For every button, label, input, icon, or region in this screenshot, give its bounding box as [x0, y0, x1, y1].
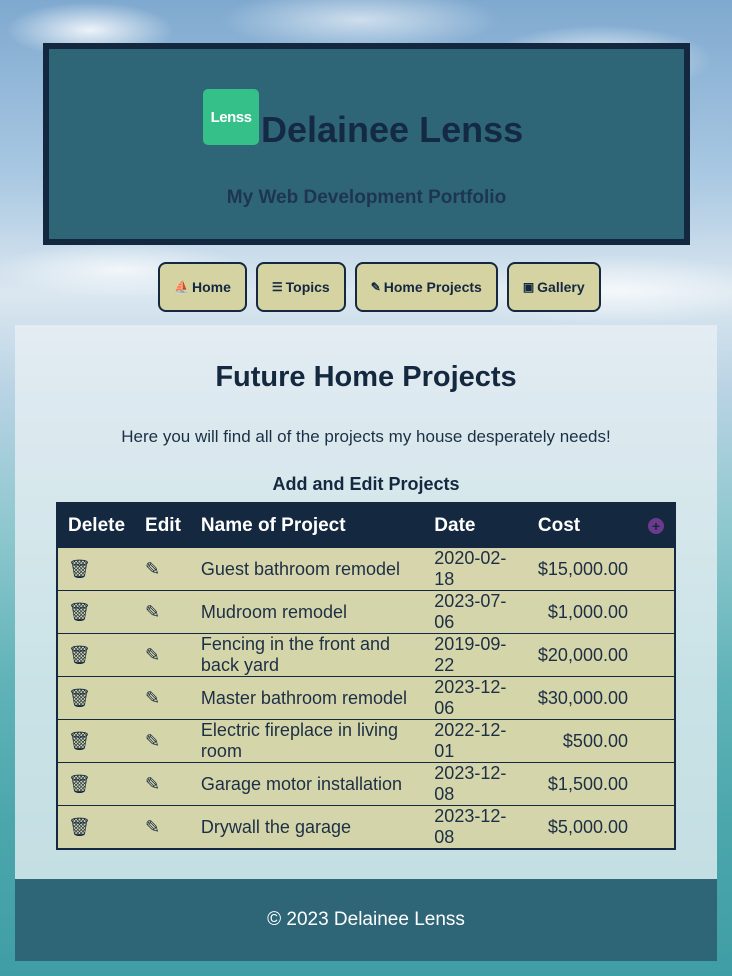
edit-cell: ✎ — [135, 719, 191, 763]
project-cost: $1,000.00 — [527, 590, 638, 634]
table-row: 🗑 ✎ Fencing in the front and back yard 2019… — [57, 633, 675, 677]
edit-icon[interactable]: ✎ — [145, 602, 160, 622]
edit-icon[interactable]: ✎ — [145, 645, 160, 665]
project-name: Drywall the garage — [190, 805, 425, 849]
nav-home-button[interactable]: ⛵ Home — [158, 262, 247, 312]
edit-cell: ✎ — [135, 590, 191, 634]
edit-cell: ✎ — [135, 547, 191, 591]
table-row: 🗑 ✎ Garage motor installation 2023-12-08 $1,… — [57, 762, 675, 806]
footer-text: © 2023 Delainee Lenss — [267, 909, 465, 930]
spacer-cell — [638, 805, 675, 849]
spacer-cell — [638, 676, 675, 720]
col-name: Name of Project — [190, 503, 425, 548]
delete-cell: 🗑 — [57, 547, 136, 591]
nav-label: Gallery — [537, 279, 585, 295]
brand: Lenss Delainee Lenss — [203, 83, 523, 151]
edit-icon[interactable]: ✎ — [145, 559, 160, 579]
col-date: Date — [424, 503, 528, 548]
page-title: Future Home Projects — [215, 361, 517, 393]
project-date: 2023-07-06 — [424, 590, 528, 634]
site-header: Lenss Delainee Lenss My Web Development … — [43, 43, 690, 245]
edit-cell: ✎ — [135, 633, 191, 677]
table-row: 🗑 ✎ Mudroom remodel 2023-07-06 $1,000.00 — [57, 590, 675, 634]
nav-topics-button[interactable]: ☰ Topics — [255, 262, 346, 312]
table-header-row: Delete Edit Name of Project Date Cost + — [57, 503, 675, 548]
table-row: 🗑 ✎ Electric fireplace in living room 2022-… — [57, 719, 675, 763]
col-add: + — [638, 503, 675, 548]
project-cost: $1,500.00 — [527, 762, 638, 806]
edit-icon[interactable]: ✎ — [145, 817, 160, 837]
project-name: Fencing in the front and back yard — [190, 633, 425, 677]
table-row: 🗑 ✎ Master bathroom remodel 2023-12-06 $30,0… — [57, 676, 675, 720]
table-row: 🗑 ✎ Drywall the garage 2023-12-08 $5,000.00 — [57, 805, 675, 849]
nav-label: Home Projects — [383, 279, 482, 295]
project-cost: $500.00 — [527, 719, 638, 763]
spacer-cell — [638, 719, 675, 763]
trash-icon[interactable]: 🗑 — [68, 602, 91, 622]
main-content: Future Home Projects Here you will find … — [15, 325, 717, 879]
edit-icon[interactable]: ✎ — [145, 774, 160, 794]
project-cost: $20,000.00 — [527, 633, 638, 677]
col-delete: Delete — [57, 503, 136, 548]
nav-label: Home — [191, 279, 231, 295]
spacer-cell — [638, 547, 675, 591]
col-cost: Cost — [527, 503, 638, 548]
project-cost: $5,000.00 — [527, 805, 638, 849]
trash-icon[interactable]: 🗑 — [68, 645, 91, 665]
project-name: Guest bathroom remodel — [190, 547, 425, 591]
boat-icon: ⛵ — [174, 280, 189, 294]
project-date: 2022-12-01 — [424, 719, 528, 763]
logo: Lenss — [203, 89, 259, 145]
spacer-cell — [638, 633, 675, 677]
delete-cell: 🗑 — [57, 719, 136, 763]
spacer-cell — [638, 590, 675, 634]
edit-cell: ✎ — [135, 676, 191, 720]
site-subtitle: My Web Development Portfolio — [226, 187, 507, 208]
site-footer: © 2023 Delainee Lenss — [15, 879, 717, 961]
project-cost: $30,000.00 — [527, 676, 638, 720]
delete-cell: 🗑 — [57, 762, 136, 806]
spacer-cell — [638, 762, 675, 806]
camera-icon: ▣ — [522, 280, 535, 294]
nav-label: Topics — [285, 279, 330, 295]
trash-icon[interactable]: 🗑 — [68, 774, 91, 794]
project-name: Electric fireplace in living room — [190, 719, 425, 763]
project-name: Mudroom remodel — [190, 590, 425, 634]
database-icon: ☰ — [271, 280, 283, 294]
delete-cell: 🗑 — [57, 676, 136, 720]
delete-cell: 🗑 — [57, 633, 136, 677]
project-date: 2023-12-06 — [424, 676, 528, 720]
nav-gallery-button[interactable]: ▣ Gallery — [506, 262, 601, 312]
edit-cell: ✎ — [135, 762, 191, 806]
trash-icon[interactable]: 🗑 — [68, 688, 91, 708]
add-project-icon[interactable]: + — [648, 517, 664, 534]
hammer-icon: ✎ — [370, 280, 381, 294]
project-name: Garage motor installation — [190, 762, 425, 806]
table-row: 🗑 ✎ Guest bathroom remodel 2020-02-18 $15,00… — [57, 547, 675, 591]
project-date: 2019-09-22 — [424, 633, 528, 677]
table-caption: Add and Edit Projects — [272, 474, 460, 494]
project-cost: $15,000.00 — [527, 547, 638, 591]
intro-text: Here you will find all of the projects m… — [121, 427, 611, 446]
delete-cell: 🗑 — [57, 805, 136, 849]
edit-icon[interactable]: ✎ — [145, 688, 160, 708]
trash-icon[interactable]: 🗑 — [68, 559, 91, 579]
nav-home-projects-button[interactable]: ✎ Home Projects — [354, 262, 498, 312]
project-date: 2023-12-08 — [424, 805, 528, 849]
col-edit: Edit — [135, 503, 191, 548]
project-date: 2020-02-18 — [424, 547, 528, 591]
trash-icon[interactable]: 🗑 — [68, 817, 91, 837]
site-title: Delainee Lenss — [261, 109, 524, 150]
edit-icon[interactable]: ✎ — [145, 731, 160, 751]
projects-table: Delete Edit Name of Project Date Cost + … — [56, 502, 676, 850]
trash-icon[interactable]: 🗑 — [68, 731, 91, 751]
delete-cell: 🗑 — [57, 590, 136, 634]
main-nav: ⛵ Home ☰ Topics ✎ Home Projects ▣ Galler… — [158, 262, 601, 312]
project-name: Master bathroom remodel — [190, 676, 425, 720]
project-date: 2023-12-08 — [424, 762, 528, 806]
edit-cell: ✎ — [135, 805, 191, 849]
